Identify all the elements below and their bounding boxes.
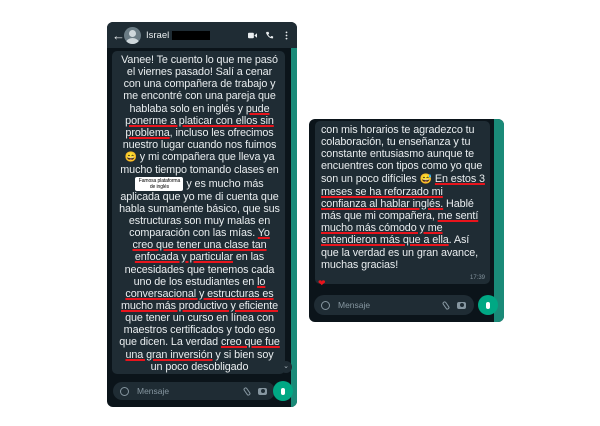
mic-button[interactable] bbox=[478, 295, 498, 315]
emoji-icon[interactable] bbox=[321, 300, 330, 310]
mic-icon bbox=[281, 387, 285, 395]
more-options-icon[interactable] bbox=[282, 30, 291, 40]
attach-icon[interactable] bbox=[441, 300, 451, 310]
input-actions bbox=[242, 386, 267, 396]
contact-name[interactable]: Israel bbox=[146, 29, 211, 41]
side-band bbox=[494, 119, 504, 322]
message-input-placeholder[interactable]: Mensaje bbox=[338, 300, 370, 310]
input-actions bbox=[441, 300, 466, 310]
message-input-bar[interactable]: Mensaje bbox=[314, 295, 474, 315]
message-input-placeholder[interactable]: Mensaje bbox=[137, 386, 169, 396]
emoji-icon[interactable] bbox=[120, 386, 129, 396]
msg-part: y mi compañera que lleva ya mucho tiempo… bbox=[120, 151, 279, 177]
mic-button[interactable] bbox=[273, 381, 293, 401]
camera-icon[interactable] bbox=[258, 387, 267, 395]
header-actions bbox=[248, 30, 291, 40]
attach-icon[interactable] bbox=[242, 386, 252, 396]
back-arrow-icon[interactable]: ← bbox=[112, 28, 125, 43]
grinning-emoji-icon: 😄 bbox=[124, 152, 137, 164]
brand-redaction-label: Famosa plataforma de inglés bbox=[135, 176, 184, 191]
sweat-smile-emoji-icon: 😅 bbox=[419, 173, 432, 185]
chat-header: ← Israel bbox=[107, 22, 297, 48]
camera-icon[interactable] bbox=[457, 301, 466, 309]
phone-call-icon[interactable] bbox=[265, 31, 274, 40]
message-bubble[interactable]: Vanee! Te cuento lo que me pasó el viern… bbox=[112, 51, 285, 374]
contact-name-text: Israel bbox=[146, 29, 170, 41]
chat-screen-right: con mis horarios te agradezco tu colabor… bbox=[309, 119, 504, 322]
contact-avatar[interactable] bbox=[124, 26, 141, 44]
heart-reaction-icon[interactable]: ❤ bbox=[318, 278, 326, 289]
mic-icon bbox=[486, 301, 490, 309]
chat-screen-left: ← Israel Vanee! Te cuento lo que me pasó… bbox=[107, 22, 297, 407]
side-band bbox=[291, 48, 297, 407]
redaction-bar bbox=[172, 30, 211, 40]
scroll-down-button[interactable]: ⌄ bbox=[280, 361, 292, 373]
message-text: con mis horarios te agradezco tu colabor… bbox=[315, 121, 490, 271]
video-call-icon[interactable] bbox=[248, 31, 257, 40]
message-bubble[interactable]: con mis horarios te agradezco tu colabor… bbox=[315, 121, 490, 284]
message-input-bar[interactable]: Mensaje bbox=[113, 382, 275, 400]
message-timestamp: 17:39 bbox=[469, 275, 485, 281]
message-text: Vanee! Te cuento lo que me pasó el viern… bbox=[112, 51, 285, 373]
